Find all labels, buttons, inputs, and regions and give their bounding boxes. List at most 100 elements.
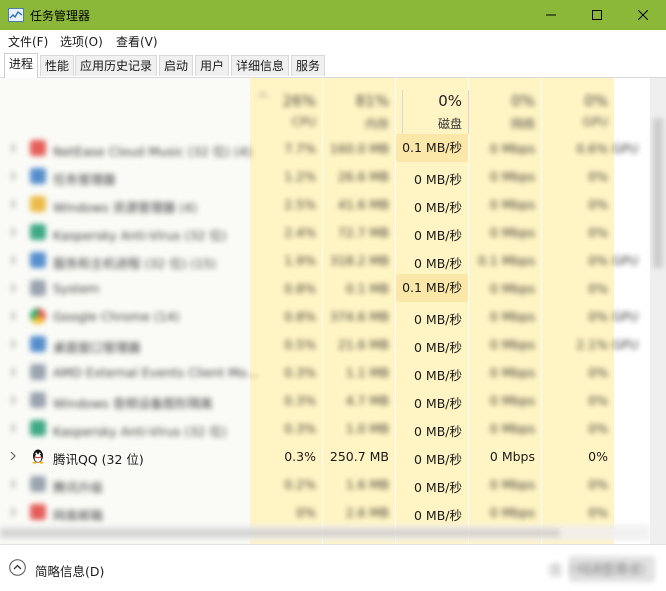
horizontal-scrollbar[interactable]	[0, 525, 650, 541]
menu-view[interactable]: 查看(V)	[116, 33, 158, 50]
expand-chevron-icon[interactable]	[9, 423, 17, 433]
menu-options[interactable]: 选项(O)	[60, 33, 103, 50]
close-button[interactable]	[620, 0, 666, 30]
table-row[interactable]: Windows 资源管理器 (4) 2.5% 41.6 MB 0 Mbps 0% 0 MB…	[0, 190, 650, 218]
expand-chevron-icon[interactable]	[9, 199, 17, 209]
table-row[interactable]: 腾讯QQ (32 位) 0.3% 250.7 MB 0 Mbps 0% 0 MB/秒	[0, 442, 650, 470]
qq-penguin-icon	[32, 449, 44, 464]
table-row[interactable]: AMD External Events Client Mo... 0.3% 1.1 …	[0, 358, 650, 386]
maximize-button[interactable]	[574, 0, 620, 30]
table-row[interactable]: 网易邮箱 0% 2.6 MB 0 Mbps 0% 0 MB/秒	[0, 498, 650, 526]
gpu-cell: 0%	[588, 309, 608, 324]
tab-strip: 进程 性能 应用历史记录 启动 用户 详细信息 服务	[0, 52, 666, 78]
disk-header-percent[interactable]: 0%	[396, 92, 462, 110]
cpu-header-label[interactable]: CPU	[250, 115, 316, 129]
process-name: Windows 音频设备图形隔离	[53, 396, 213, 411]
tab-details[interactable]: 详细信息	[231, 55, 290, 76]
tab-services[interactable]: 服务	[291, 55, 326, 76]
memory-cell: 4.7 MB	[345, 393, 389, 408]
gpu-header-label[interactable]: GPU	[542, 115, 608, 129]
app-icon	[30, 280, 46, 296]
process-name: 腾讯QQ (32 位)	[53, 452, 144, 467]
gpu-cell: 0%	[588, 225, 608, 240]
vertical-scroll-thumb[interactable]	[653, 118, 663, 268]
memory-cell: 318.2 MB	[329, 253, 389, 268]
expand-chevron-icon[interactable]	[9, 143, 17, 153]
expand-chevron-icon[interactable]	[9, 255, 17, 265]
task-manager-icon	[8, 8, 24, 22]
tab-app-history[interactable]: 应用历史记录	[75, 55, 158, 76]
process-name: Windows 资源管理器 (4)	[53, 200, 197, 215]
table-row[interactable]: Kaspersky Anti-Virus (32 位) 2.4% 72.7 MB 0 …	[0, 218, 650, 246]
expand-chevron-icon[interactable]	[9, 395, 17, 405]
table-row[interactable]: NetEase Cloud Music (32 位) (4) 7.7% 160.0 …	[0, 134, 650, 162]
column-header: 26% CPU 81% 内存 0% 网络 0% GPU 0% 磁盘	[0, 78, 650, 134]
menu-bar: 文件(F) 选项(O) 查看(V)	[0, 30, 666, 50]
network-cell: 0.1 Mbps	[477, 253, 535, 268]
close-icon	[638, 10, 648, 20]
process-name: 桌面窗口管理器	[53, 340, 141, 355]
table-row[interactable]: 桌面窗口管理器 0.5% 21.6 MB 0 Mbps 2.1% GPU 0 MB/秒	[0, 330, 650, 358]
disk-cell: 0 MB/秒	[414, 452, 462, 467]
vertical-scrollbar[interactable]	[650, 78, 666, 544]
tab-users[interactable]: 用户	[195, 55, 230, 76]
disk-cell: 0.1 MB/秒	[396, 274, 468, 302]
disk-cell: 0.1 MB/秒	[396, 134, 468, 162]
network-cell: 0 Mbps	[489, 197, 535, 212]
gpu-engine-cell: GPU	[612, 337, 639, 352]
network-cell: 0 Mbps	[489, 449, 535, 464]
table-row[interactable]: Google Chrome (14) 0.8% 374.6 MB 0 Mbps 0% GP…	[0, 302, 650, 330]
process-name: System	[53, 281, 100, 296]
memory-cell: 72.7 MB	[337, 225, 389, 240]
cpu-header-percent[interactable]: 26%	[250, 92, 316, 110]
collapse-chevron-icon[interactable]	[9, 559, 26, 576]
menu-file[interactable]: 文件(F)	[8, 33, 48, 50]
table-row[interactable]: Windows 音频设备图形隔离 0.3% 4.7 MB 0 Mbps 0% 0 MB/秒	[0, 386, 650, 414]
tab-startup[interactable]: 启动	[159, 55, 194, 76]
expand-chevron-icon[interactable]	[9, 507, 17, 517]
cpu-cell: 2.4%	[284, 225, 316, 240]
gpu-engine-cell: GPU	[612, 309, 639, 324]
memory-header-percent[interactable]: 81%	[323, 92, 389, 110]
horizontal-scroll-thumb[interactable]	[0, 529, 560, 537]
minimize-icon	[546, 14, 556, 16]
table-row[interactable]: 任务管理器 1.2% 26.6 MB 0 Mbps 0% 0 MB/秒	[0, 162, 650, 190]
expand-chevron-icon[interactable]	[9, 227, 17, 237]
process-name: Kaspersky Anti-Virus (32 位)	[53, 228, 227, 243]
table-row[interactable]: 腾讯升级 0.2% 1.6 MB 0 Mbps 0% 0 MB/秒	[0, 470, 650, 498]
table-row[interactable]: System 0.8% 0.1 MB 0 Mbps 0% 0.1 MB/秒	[0, 274, 650, 302]
network-cell: 0 Mbps	[489, 225, 535, 240]
minimize-button[interactable]	[528, 0, 574, 30]
network-header-percent[interactable]: 0%	[469, 92, 535, 110]
memory-cell: 2.6 MB	[345, 505, 389, 520]
memory-header-label[interactable]: 内存	[323, 115, 389, 132]
app-icon	[30, 476, 46, 492]
table-row[interactable]: 服务和主机进程 (32 位) (15) 1.9% 318.2 MB 0.1 Mbps 0…	[0, 246, 650, 274]
memory-cell: 1.6 MB	[345, 477, 389, 492]
cpu-cell: 7.7%	[284, 141, 316, 156]
process-name: 任务管理器	[53, 172, 116, 187]
expand-chevron-icon[interactable]	[9, 339, 17, 349]
expand-chevron-icon[interactable]	[9, 451, 17, 461]
cpu-cell: 2.5%	[284, 197, 316, 212]
expand-chevron-icon[interactable]	[9, 283, 17, 293]
gpu-header-percent[interactable]: 0%	[542, 92, 608, 110]
expand-chevron-icon[interactable]	[9, 171, 17, 181]
brief-info-link[interactable]: 简略信息(D)	[35, 561, 104, 580]
maximize-icon	[592, 10, 602, 20]
memory-cell: 1.1 MB	[345, 365, 389, 380]
tab-processes[interactable]: 进程	[4, 53, 39, 78]
expand-chevron-icon[interactable]	[9, 311, 17, 321]
gpu-cell: 0.6%	[576, 141, 608, 156]
expand-chevron-icon[interactable]	[9, 367, 17, 377]
disk-cell: 0 MB/秒	[414, 172, 462, 187]
tab-performance[interactable]: 性能	[40, 55, 75, 76]
disk-header-label[interactable]: 磁盘	[396, 115, 462, 132]
table-row[interactable]: Kaspersky Anti-Virus (32 位) 0.3% 1.0 MB 0 M…	[0, 414, 650, 442]
network-header-label[interactable]: 网络	[469, 115, 535, 132]
expand-chevron-icon[interactable]	[9, 479, 17, 489]
gpu-cell: 0%	[588, 449, 608, 464]
process-name: Google Chrome (14)	[53, 309, 180, 324]
cpu-cell: 0.8%	[284, 281, 316, 296]
app-icon	[30, 224, 46, 240]
